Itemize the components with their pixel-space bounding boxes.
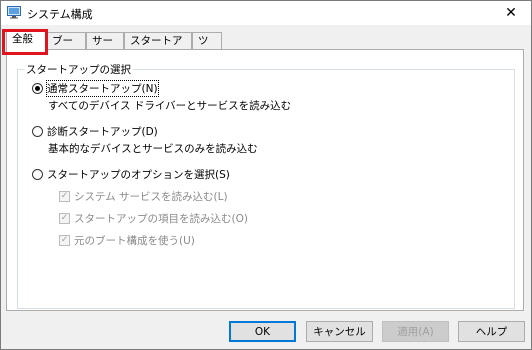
radio-unchecked-icon [32, 126, 43, 137]
checkbox-checked-icon: ✓ [59, 191, 70, 202]
use-original-boot-config-label: 元のブート構成を使う(U) [74, 235, 195, 247]
radio-checked-icon [32, 83, 43, 94]
selective-startup-label: スタートアップのオプションを選択(S) [47, 169, 230, 181]
checkbox-checked-icon: ✓ [59, 235, 70, 246]
normal-startup-description: すべてのデバイス ドライバーとサービスを読み込む [48, 100, 292, 112]
load-system-services-label: システム サービスを読み込む(L) [74, 191, 228, 203]
tab-tools[interactable]: ツール [192, 32, 222, 79]
apply-button[interactable]: 適用(A) [382, 321, 449, 342]
ok-button[interactable]: OK [229, 321, 296, 342]
diagnostic-startup-description: 基本的なデバイスとサービスのみを読み込む [48, 143, 258, 155]
cancel-button[interactable]: キャンセル [306, 321, 373, 342]
normal-startup-label: 通常スタートアップ(N) [46, 80, 159, 97]
diagnostic-startup-label: 診断スタートアップ(D) [47, 126, 158, 138]
tab-boot[interactable]: ブート [46, 32, 86, 63]
use-original-boot-config-checkbox[interactable]: ✓ 元のブート構成を使う(U) [59, 233, 195, 248]
tab-services[interactable]: サービス [86, 32, 124, 63]
help-button[interactable]: ヘルプ [458, 321, 525, 342]
close-icon: ✕ [505, 5, 517, 21]
load-startup-items-label: スタートアップの項目を読み込む(O) [74, 213, 248, 225]
load-system-services-checkbox[interactable]: ✓ システム サービスを読み込む(L) [59, 189, 228, 204]
diagnostic-startup-radio[interactable]: 診断スタートアップ(D) [32, 124, 158, 139]
normal-startup-radio[interactable]: 通常スタートアップ(N) [32, 80, 159, 97]
selective-startup-radio[interactable]: スタートアップのオプションを選択(S) [32, 167, 230, 182]
load-startup-items-checkbox[interactable]: ✓ スタートアップの項目を読み込む(O) [59, 211, 248, 226]
system-config-app-icon [7, 6, 21, 19]
checkbox-checked-icon: ✓ [59, 213, 70, 224]
radio-unchecked-icon [32, 169, 43, 180]
tab-startup[interactable]: スタートアップ [124, 32, 192, 63]
title-bar: システム構成 ✕ [1, 1, 531, 25]
window-title: システム構成 [27, 8, 93, 21]
startup-selection-legend: スタートアップの選択 [24, 62, 133, 77]
close-button[interactable]: ✕ [491, 1, 531, 25]
general-tab-highlight [2, 29, 48, 55]
